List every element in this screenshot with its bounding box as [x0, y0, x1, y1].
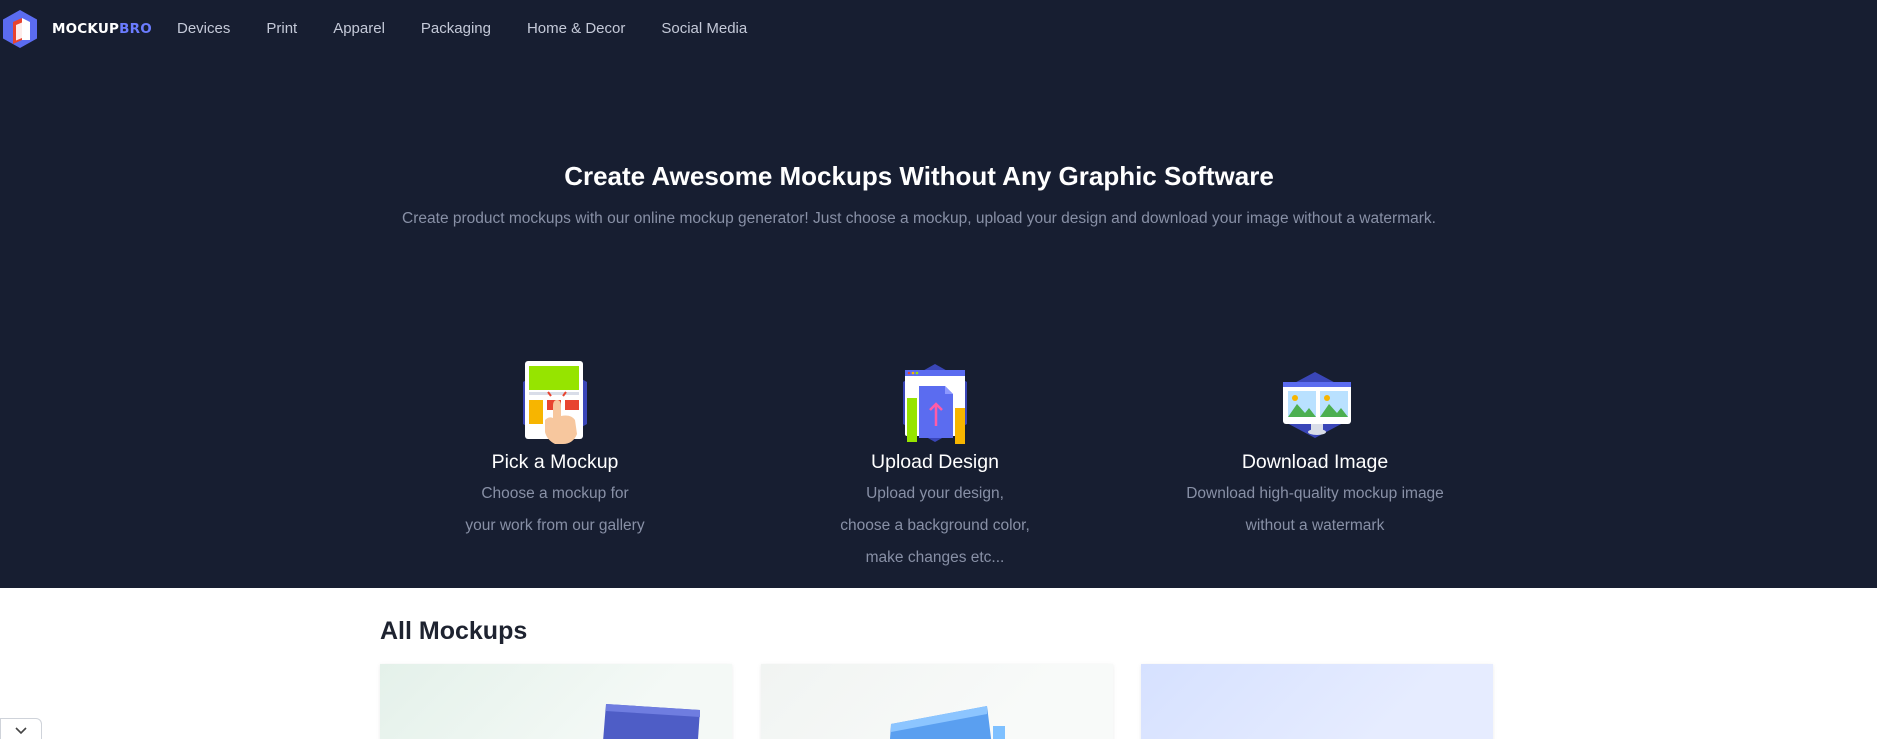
nav-link-apparel[interactable]: Apparel [333, 20, 385, 37]
step-description: Choose a mockup for [481, 485, 629, 502]
hero-section: MOCKUPBRO Devices Print Apparel Packagin… [0, 0, 1877, 588]
mockup-card[interactable] [761, 664, 1113, 739]
chevron-down-icon [15, 727, 27, 735]
mockup-card[interactable] [1141, 664, 1493, 739]
nav-link-packaging[interactable]: Packaging [421, 20, 491, 37]
book-mockup-thumbnail [890, 706, 1005, 739]
step-description: your work from our gallery [465, 517, 645, 534]
top-navigation: MOCKUPBRO Devices Print Apparel Packagin… [0, 0, 1877, 58]
step-title: Pick a Mockup [491, 451, 619, 473]
step-pick-mockup: Pick a Mockup Choose a mockup for your w… [385, 358, 725, 542]
nav-link-social-media[interactable]: Social Media [661, 20, 747, 37]
pick-mockup-icon [523, 361, 587, 444]
step-description: choose a background color, [840, 517, 1030, 534]
mockupbro-logo-icon [3, 10, 37, 48]
all-mockups-heading: All Mockups [380, 617, 528, 645]
step-upload-design: Upload Design Upload your design, choose… [765, 358, 1105, 574]
step-title: Download Image [1241, 451, 1389, 473]
step-description: make changes etc... [865, 549, 1005, 566]
brand-logo[interactable]: MOCKUPBRO [0, 9, 152, 49]
mockup-card[interactable] [380, 664, 732, 739]
step-description: Download high-quality mockup image [1186, 485, 1444, 502]
brand-name: MOCKUPBRO [52, 21, 152, 37]
nav-link-devices[interactable]: Devices [177, 20, 230, 37]
upload-design-icon [903, 364, 967, 444]
step-description: without a watermark [1245, 517, 1385, 534]
laptop-mockup-thumbnail [603, 704, 700, 739]
step-download-image: Download Image Download high-quality moc… [1145, 358, 1485, 542]
download-image-icon [1283, 372, 1351, 438]
nav-link-home-decor[interactable]: Home & Decor [527, 20, 625, 37]
collapse-toggle[interactable] [0, 718, 42, 739]
nav-menu: Devices Print Apparel Packaging Home & D… [177, 20, 783, 37]
step-title: Upload Design [871, 451, 999, 473]
step-description: Upload your design, [866, 485, 1004, 502]
hero-title: Create Awesome Mockups Without Any Graph… [564, 161, 1274, 191]
nav-link-print[interactable]: Print [266, 20, 297, 37]
hero-subtitle: Create product mockups with our online m… [402, 210, 1436, 227]
